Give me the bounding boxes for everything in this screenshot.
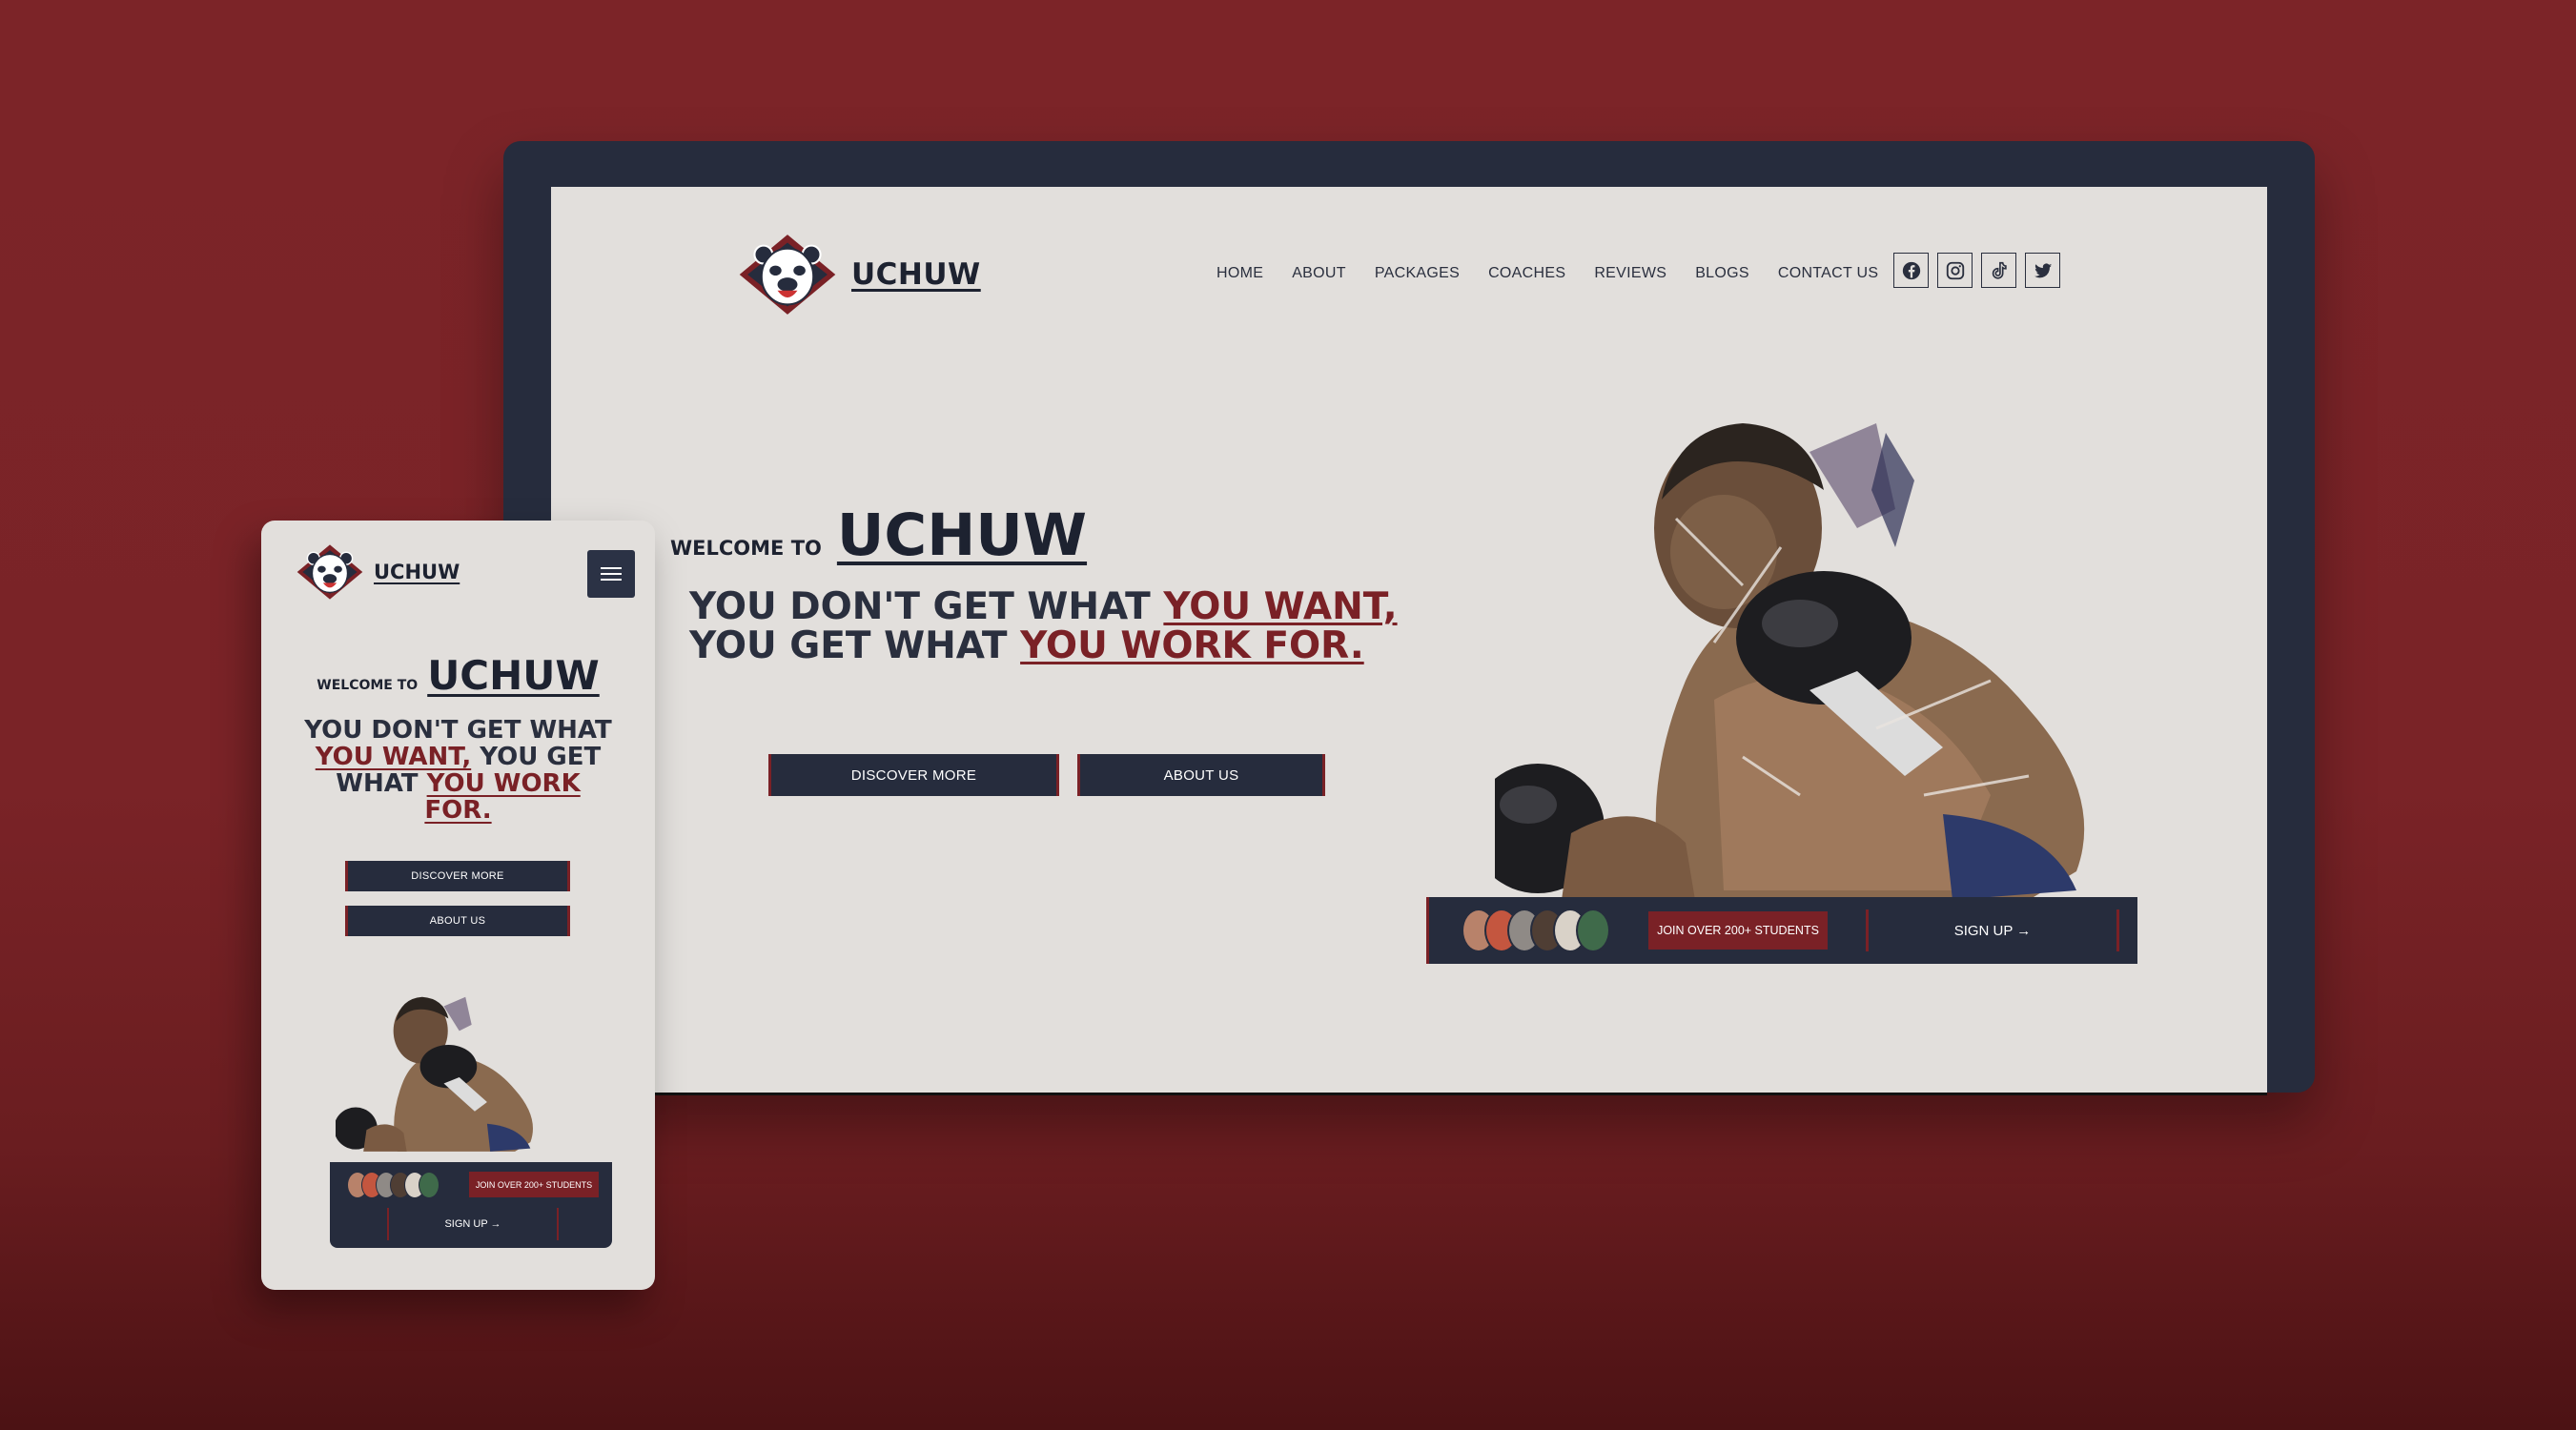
mobile-hero-headline: YOU DON'T GET WHAT YOU WANT, YOU GET WHA… xyxy=(299,717,617,824)
about-us-button[interactable]: ABOUT US xyxy=(1077,754,1325,796)
headline-text-1: YOU DON'T GET WHAT xyxy=(304,716,612,745)
desktop-monitor-frame: UCHUW HOME ABOUT PACKAGES COACHES REVIEW… xyxy=(503,141,2315,1095)
hamburger-icon[interactable] xyxy=(587,550,635,598)
mobile-about-us-button[interactable]: ABOUT US xyxy=(345,906,570,936)
nav-home[interactable]: HOME xyxy=(1216,265,1263,282)
nav-contact-us[interactable]: CONTACT US xyxy=(1778,265,1879,282)
headline-text-2: YOU GET WHAT xyxy=(689,624,1021,667)
signup-button[interactable]: SIGN UP → xyxy=(1866,909,2119,951)
headline-highlight-1: YOU WANT, xyxy=(315,743,472,771)
avatar xyxy=(419,1172,440,1198)
avatar xyxy=(1576,909,1610,952)
social-links xyxy=(1893,253,2060,288)
nav-about[interactable]: ABOUT xyxy=(1292,265,1346,282)
main-nav: HOME ABOUT PACKAGES COACHES REVIEWS BLOG… xyxy=(1216,265,1878,282)
mobile-hero-welcome: WELCOME TO UCHUW xyxy=(261,652,655,699)
nav-coaches[interactable]: COACHES xyxy=(1488,265,1565,282)
mobile-signup-button[interactable]: SIGN UP → xyxy=(387,1208,559,1240)
mobile-welcome-label: WELCOME TO xyxy=(317,678,419,693)
site-logo[interactable]: UCHUW xyxy=(737,233,981,317)
welcome-brand: UCHUW xyxy=(836,501,1088,569)
facebook-icon[interactable] xyxy=(1893,253,1929,288)
mobile-discover-more-button[interactable]: DISCOVER MORE xyxy=(345,861,570,891)
nav-packages[interactable]: PACKAGES xyxy=(1375,265,1460,282)
headline-highlight-2: YOU WORK FOR. xyxy=(1020,624,1364,667)
headline-text-1: YOU DON'T GET WHAT xyxy=(689,585,1164,628)
boxer-illustration xyxy=(1495,423,2085,900)
mobile-join-students-badge: JOIN OVER 200+ STUDENTS xyxy=(469,1172,599,1197)
signup-strip: JOIN OVER 200+ STUDENTS SIGN UP → xyxy=(1426,897,2137,964)
headline-highlight-2: YOU WORK FOR. xyxy=(424,769,581,825)
brand-name[interactable]: UCHUW xyxy=(851,257,981,292)
tiktok-icon[interactable] xyxy=(1981,253,2016,288)
instagram-icon[interactable] xyxy=(1937,253,1973,288)
hero-headline: YOU DON'T GET WHAT YOU WANT, YOU GET WHA… xyxy=(689,587,1433,665)
bear-logo-icon xyxy=(738,234,837,316)
hero-welcome: WELCOME TO UCHUW xyxy=(670,501,1087,569)
student-avatars xyxy=(1462,909,1610,952)
nav-reviews[interactable]: REVIEWS xyxy=(1594,265,1666,282)
nav-blogs[interactable]: BLOGS xyxy=(1695,265,1749,282)
join-students-badge: JOIN OVER 200+ STUDENTS xyxy=(1648,911,1828,950)
mobile-signup-strip: JOIN OVER 200+ STUDENTS SIGN UP → xyxy=(330,1162,612,1248)
mobile-welcome-brand: UCHUW xyxy=(427,652,600,699)
headline-highlight-1: YOU WANT, xyxy=(1163,585,1398,628)
mobile-student-avatars xyxy=(347,1172,440,1198)
mobile-preview: UCHUW WELCOME TO UCHUW YOU DON'T GET WHA… xyxy=(261,521,655,1290)
desktop-screen: UCHUW HOME ABOUT PACKAGES COACHES REVIEW… xyxy=(551,187,2267,1095)
twitter-icon[interactable] xyxy=(2025,253,2060,288)
welcome-label: WELCOME TO xyxy=(670,537,822,560)
mobile-brand-name[interactable]: UCHUW xyxy=(374,561,460,583)
discover-more-button[interactable]: DISCOVER MORE xyxy=(768,754,1059,796)
bear-logo-icon xyxy=(296,543,363,601)
mobile-site-logo[interactable]: UCHUW xyxy=(296,543,460,601)
